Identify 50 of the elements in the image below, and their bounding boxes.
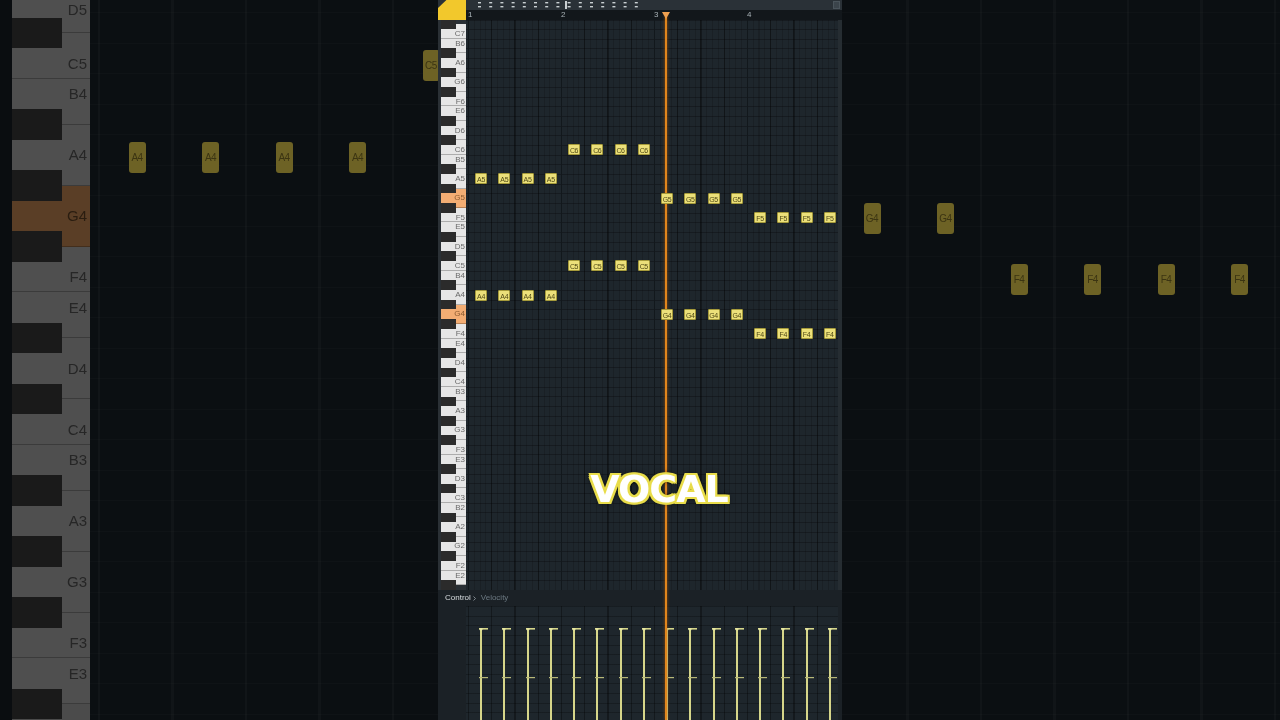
sharp-key xyxy=(12,597,62,628)
sharp-key[interactable] xyxy=(441,483,456,494)
sharp-key xyxy=(12,536,62,567)
bar-number: 3 xyxy=(654,10,659,20)
timeline-ruler[interactable]: 1 2 3 4 xyxy=(466,10,842,20)
bar-number: 4 xyxy=(747,10,752,20)
velocity-bar[interactable] xyxy=(827,628,838,720)
velocity-bar[interactable] xyxy=(734,628,745,720)
sharp-key xyxy=(12,109,62,140)
sharp-key xyxy=(12,170,62,201)
velocity-bar[interactable] xyxy=(502,628,513,720)
velocity-bar[interactable] xyxy=(758,628,768,720)
bar-number: 2 xyxy=(561,10,566,20)
sharp-key xyxy=(12,231,62,262)
velocity-bar[interactable] xyxy=(711,628,722,720)
chevron-icon[interactable] xyxy=(472,595,476,601)
sharp-key xyxy=(12,688,62,720)
sharp-key[interactable] xyxy=(441,251,456,262)
sharp-key xyxy=(12,322,62,354)
velocity-bar[interactable] xyxy=(548,628,559,720)
velocity-bar[interactable] xyxy=(525,628,536,720)
sharp-key[interactable] xyxy=(441,164,456,175)
sharp-key[interactable] xyxy=(441,512,456,523)
velocity-bar[interactable] xyxy=(688,628,699,720)
control-selector[interactable]: Control xyxy=(445,593,471,603)
sharp-key[interactable] xyxy=(441,299,456,310)
sharp-key[interactable] xyxy=(441,183,456,194)
sharp-key[interactable] xyxy=(441,48,456,59)
bar-number: 1 xyxy=(468,10,473,20)
parameter-label: Velocity xyxy=(480,592,509,604)
velocity-bar[interactable] xyxy=(804,628,815,720)
velocity-bar[interactable] xyxy=(618,628,629,720)
sharp-key[interactable] xyxy=(441,396,456,407)
toolbar-drawing[interactable] xyxy=(478,1,638,9)
velocity-bar[interactable] xyxy=(479,628,489,720)
sharp-key[interactable] xyxy=(441,67,456,78)
velocity-bar[interactable] xyxy=(595,628,606,720)
sharp-key xyxy=(12,475,62,506)
velocity-bar[interactable] xyxy=(572,628,582,720)
sharp-key xyxy=(12,17,62,49)
sharp-key[interactable] xyxy=(441,415,456,426)
sharp-key[interactable] xyxy=(441,531,456,542)
sharp-key[interactable] xyxy=(441,367,456,378)
sharp-key xyxy=(12,383,62,415)
sharp-key[interactable] xyxy=(441,280,456,291)
velocity-bar[interactable] xyxy=(641,628,652,720)
sharp-key[interactable] xyxy=(441,135,456,146)
velocity-bar[interactable] xyxy=(781,628,792,720)
sharp-key[interactable] xyxy=(441,20,456,30)
tool-tab[interactable] xyxy=(438,0,466,20)
